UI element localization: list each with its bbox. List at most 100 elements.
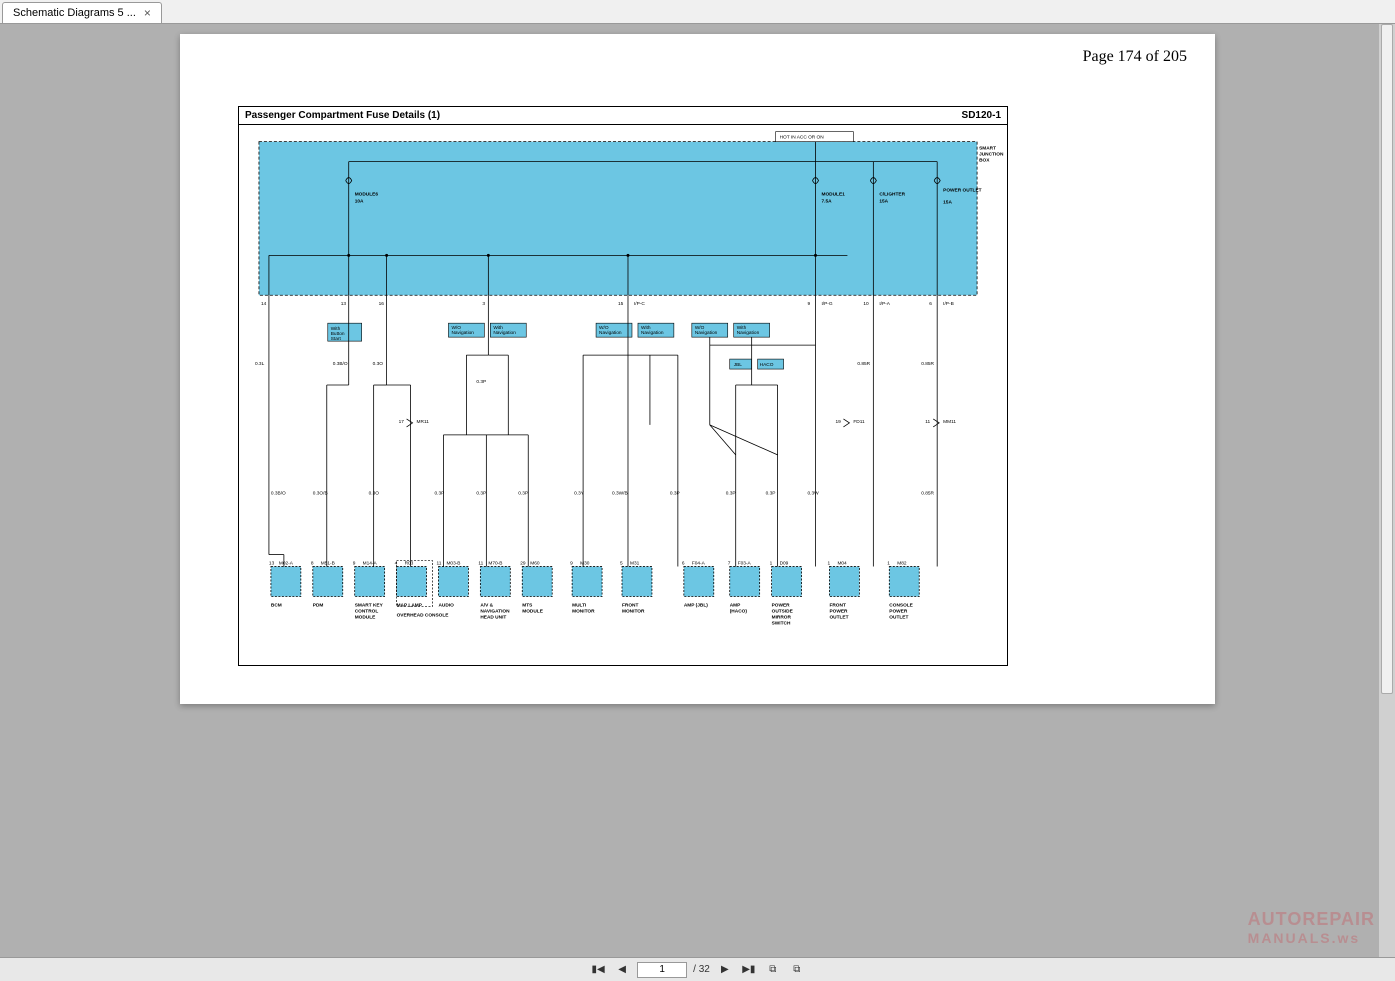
svg-text:11: 11: [436, 561, 441, 567]
svg-text:R03: R03: [405, 561, 414, 567]
scrollbar-thumb[interactable]: [1381, 24, 1393, 694]
close-icon[interactable]: ×: [144, 6, 151, 20]
svg-text:F03-A: F03-A: [738, 561, 752, 567]
svg-text:POWEROUTSIDEMIRRORSWITCH: POWEROUTSIDEMIRRORSWITCH: [772, 602, 793, 626]
svg-text:0.3P: 0.3P: [726, 491, 736, 497]
svg-text:19: 19: [835, 419, 841, 425]
svg-text:AUDIO: AUDIO: [438, 602, 454, 608]
svg-text:FRONTMONITOR: FRONTMONITOR: [622, 602, 645, 614]
svg-text:MM11: MM11: [943, 419, 956, 425]
svg-text:6: 6: [929, 301, 932, 307]
svg-text:M03-B: M03-B: [446, 561, 460, 567]
svg-text:0.3B/O: 0.3B/O: [271, 491, 286, 497]
last-page-button[interactable]: ▶▮: [740, 961, 758, 979]
svg-text:JBL: JBL: [734, 362, 743, 368]
view-mode-2-icon[interactable]: ⧉: [788, 961, 806, 979]
svg-text:0.3P: 0.3P: [476, 491, 486, 497]
svg-text:M04: M04: [837, 561, 847, 567]
svg-text:10A: 10A: [355, 199, 364, 205]
prev-page-button[interactable]: ◀: [613, 961, 631, 979]
svg-text:M02-A: M02-A: [279, 561, 294, 567]
svg-text:9: 9: [570, 561, 573, 567]
svg-text:11: 11: [478, 561, 483, 567]
svg-text:1: 1: [827, 561, 830, 567]
svg-text:0.85R: 0.85R: [857, 361, 870, 367]
svg-text:4: 4: [395, 561, 398, 567]
svg-text:M82: M82: [897, 561, 907, 567]
schematic-diagram: Passenger Compartment Fuse Details (1) S…: [238, 106, 1008, 666]
tab-bar: Schematic Diagrams 5 ... ×: [0, 0, 1395, 24]
svg-text:0.3P: 0.3P: [518, 491, 528, 497]
svg-text:AMP(HACO): AMP(HACO): [730, 602, 748, 614]
svg-text:M30: M30: [580, 561, 590, 567]
svg-text:15A: 15A: [879, 199, 888, 205]
svg-text:0.3W/B: 0.3W/B: [612, 491, 628, 497]
svg-text:MODULE6: MODULE6: [355, 192, 379, 198]
svg-text:3: 3: [482, 301, 485, 307]
svg-text:7.5A: 7.5A: [821, 199, 832, 205]
svg-text:M70-B: M70-B: [488, 561, 502, 567]
svg-text:HACO: HACO: [760, 362, 774, 368]
svg-text:0.3P: 0.3P: [476, 379, 486, 385]
svg-text:15A: 15A: [943, 199, 952, 205]
svg-text:9: 9: [353, 561, 356, 567]
diagram-code: SD120-1: [962, 110, 1001, 121]
scrollbar-vertical[interactable]: [1379, 24, 1395, 957]
page-nav-bar: ▮◀ ◀ / 32 ▶ ▶▮ ⧉ ⧉: [0, 957, 1395, 981]
svg-text:7: 7: [728, 561, 731, 567]
svg-text:11: 11: [925, 419, 930, 425]
svg-text:M14-A: M14-A: [363, 561, 378, 567]
svg-text:0.3W: 0.3W: [808, 491, 820, 497]
page-input[interactable]: [637, 962, 687, 978]
svg-text:CONSOLEPOWEROUTLET: CONSOLEPOWEROUTLET: [889, 602, 913, 620]
svg-text:MODULE1: MODULE1: [821, 192, 845, 198]
svg-text:16: 16: [379, 301, 385, 307]
junction-box-label: SMARTJUNCTIONBOX: [979, 146, 1004, 164]
svg-text:PDM: PDM: [313, 602, 324, 608]
svg-text:M60: M60: [530, 561, 540, 567]
svg-text:BCM: BCM: [271, 602, 282, 608]
svg-text:C/LIGHTER: C/LIGHTER: [879, 192, 905, 198]
page-total-label: / 32: [693, 964, 710, 975]
first-page-button[interactable]: ▮◀: [589, 961, 607, 979]
svg-text:0.3L: 0.3L: [255, 361, 265, 367]
svg-text:I/P-G: I/P-G: [821, 301, 832, 307]
viewer-area: Page 174 of 205 Passenger Compartment Fu…: [0, 24, 1395, 957]
svg-text:0.3O/B: 0.3O/B: [313, 491, 328, 497]
wiring-svg: HOT IN ACC OR ON SMARTJUNCTIONBOX MODULE…: [239, 125, 1007, 665]
hot-state-label: HOT IN ACC OR ON: [780, 135, 825, 141]
svg-text:F04-A: F04-A: [692, 561, 706, 567]
svg-text:5: 5: [620, 561, 623, 567]
svg-text:FRONTPOWEROUTLET: FRONTPOWEROUTLET: [829, 602, 848, 620]
svg-text:1: 1: [887, 561, 890, 567]
svg-text:0.3P: 0.3P: [766, 491, 776, 497]
svg-text:MTSMODULE: MTSMODULE: [522, 602, 543, 614]
svg-text:I/P-B: I/P-B: [943, 301, 954, 307]
svg-text:I/P-A: I/P-A: [879, 301, 890, 307]
document-tab[interactable]: Schematic Diagrams 5 ... ×: [2, 2, 162, 23]
svg-text:15: 15: [618, 301, 624, 307]
svg-text:FD11: FD11: [853, 419, 865, 425]
svg-text:M51-B: M51-B: [321, 561, 335, 567]
svg-text:0.3P: 0.3P: [434, 491, 444, 497]
svg-text:29: 29: [520, 561, 526, 567]
svg-text:13: 13: [269, 561, 275, 567]
svg-text:8: 8: [311, 561, 314, 567]
svg-text:M31: M31: [630, 561, 640, 567]
svg-text:10: 10: [863, 301, 869, 307]
svg-text:POWER OUTLET: POWER OUTLET: [943, 188, 981, 194]
svg-text:AMP (JBL): AMP (JBL): [684, 602, 708, 608]
svg-text:0.85R: 0.85R: [921, 361, 934, 367]
svg-text:14: 14: [261, 301, 267, 307]
svg-text:SMART KEYCONTROLMODULE: SMART KEYCONTROLMODULE: [355, 602, 384, 620]
next-page-button[interactable]: ▶: [716, 961, 734, 979]
diagram-title: Passenger Compartment Fuse Details (1): [245, 110, 440, 121]
svg-text:D09: D09: [780, 561, 789, 567]
svg-text:13: 13: [341, 301, 347, 307]
page-number-label: Page 174 of 205: [1083, 48, 1187, 66]
tab-title: Schematic Diagrams 5 ...: [13, 7, 136, 19]
svg-text:MULTIMONITOR: MULTIMONITOR: [572, 602, 595, 614]
svg-text:6: 6: [682, 561, 685, 567]
svg-text:I/P-C: I/P-C: [634, 301, 645, 307]
view-mode-1-icon[interactable]: ⧉: [764, 961, 782, 979]
